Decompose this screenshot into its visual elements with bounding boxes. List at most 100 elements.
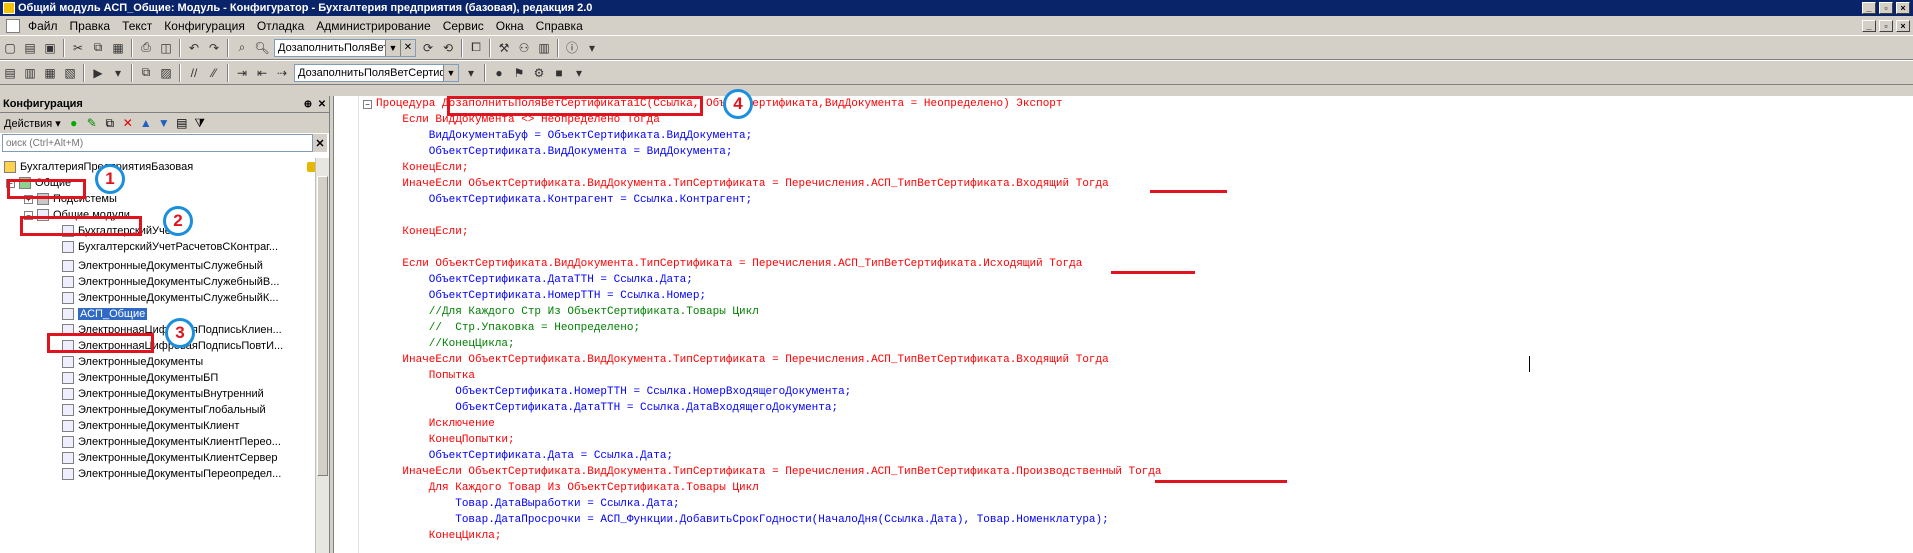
undo-icon[interactable]: ↶ <box>185 39 203 57</box>
fold-icon[interactable]: − <box>363 100 372 109</box>
properties-icon[interactable]: ▥ <box>535 39 553 57</box>
print-icon[interactable]: ⎙ <box>137 39 155 57</box>
redo-icon[interactable]: ↷ <box>205 39 223 57</box>
search-icon[interactable]: 🔍︎ <box>253 39 271 57</box>
move-down-icon[interactable]: ▼ <box>155 116 173 130</box>
panel-close-icon[interactable]: ✕ <box>315 99 329 110</box>
syntax-check-icon[interactable]: ▨ <box>157 64 175 82</box>
code-line: КонецЕсли; <box>376 226 469 238</box>
menu-edit[interactable]: Правка <box>64 19 117 33</box>
outdent-icon[interactable]: ⇤ <box>253 64 271 82</box>
cut-icon[interactable]: ✂ <box>69 39 87 57</box>
code-line: КонецЦикла; <box>376 530 502 542</box>
users-icon[interactable]: ⚇ <box>515 39 533 57</box>
tree-item-module[interactable]: ЭлектронныеДокументыСлужебныйК... <box>0 290 316 306</box>
breakpoint-icon[interactable]: ● <box>490 64 508 82</box>
menu-file[interactable]: Файл <box>22 19 64 33</box>
edit-icon[interactable]: ✎ <box>83 116 101 130</box>
paste-icon[interactable]: ▦ <box>109 39 127 57</box>
code-editor[interactable]: − Процедура ДозаполнитьПоляВетСертификат… <box>333 96 1913 553</box>
menu-text[interactable]: Текст <box>116 19 158 33</box>
window-icon[interactable]: ⧠ <box>467 39 485 57</box>
child-close-icon[interactable]: × <box>1896 19 1910 32</box>
delete-icon[interactable]: ✕ <box>119 116 137 130</box>
indent-icon[interactable]: ⇥ <box>233 64 251 82</box>
close-icon[interactable]: × <box>1896 2 1910 14</box>
menu-administration[interactable]: Администрирование <box>310 19 436 33</box>
code-line: //КонецЦикла; <box>376 338 515 350</box>
find-icon[interactable]: ⌕ <box>233 39 251 57</box>
help-icon[interactable]: ⓘ <box>563 39 581 57</box>
procedure-combo[interactable]: ДозаполнитьПоляВетСертифи ▼ <box>294 63 459 82</box>
tree-item-root[interactable]: БухгалтерияПредприятияБазовая <box>0 159 316 175</box>
bookmark-icon[interactable]: ⚑ <box>510 64 528 82</box>
preview-icon[interactable]: ◫ <box>157 39 175 57</box>
search-combo[interactable]: ДозаполнитьПоляВет| ▼ ✕ <box>274 38 416 57</box>
find-prev-icon[interactable]: ⟲ <box>439 39 457 57</box>
tree-icon[interactable]: ▦ <box>41 64 59 82</box>
dropdown-arrow-icon[interactable]: ▾ <box>462 64 480 82</box>
panel-header: Конфигурация ⊕ ✕ <box>0 96 329 113</box>
tree-item-module[interactable]: ЭлектронныеДокументыКлиентСервер <box>0 450 316 466</box>
module-icon[interactable]: ⧉ <box>137 64 155 82</box>
maximize-icon[interactable]: ▫ <box>1879 2 1893 14</box>
goto-icon[interactable]: ⇢ <box>273 64 291 82</box>
pin-icon[interactable]: ⊕ <box>301 99 315 110</box>
tree-item-module[interactable]: ЭлектронныеДокументыКлиентПерео... <box>0 434 316 450</box>
tool-icon[interactable]: ⚒ <box>495 39 513 57</box>
debug-icon[interactable]: ⚙ <box>530 64 548 82</box>
new-icon[interactable]: ▢ <box>1 39 19 57</box>
chevron-down-icon[interactable]: ▼ <box>443 64 458 81</box>
menu-configuration[interactable]: Конфигурация <box>158 19 251 33</box>
tree-item-module[interactable]: ЭлектронныеДокументыСлужебный <box>0 258 316 274</box>
find-next-icon[interactable]: ⟳ <box>419 39 437 57</box>
search-input[interactable] <box>2 134 313 152</box>
menu-debug[interactable]: Отладка <box>251 19 310 33</box>
add-icon[interactable]: ● <box>65 116 83 130</box>
copy-icon[interactable]: ⧉ <box>101 116 119 131</box>
scrollbar-thumb[interactable] <box>317 176 328 476</box>
uncomment-icon[interactable]: ⁄⁄ <box>205 64 223 82</box>
database-icon[interactable]: ▥ <box>21 64 39 82</box>
filter-icon[interactable]: ⧩ <box>191 116 209 131</box>
tree-item-module[interactable]: ЭлектронныеДокументы <box>0 354 316 370</box>
open-icon[interactable]: ▤ <box>21 39 39 57</box>
config-icon[interactable]: ▤ <box>1 64 19 82</box>
separator <box>131 38 133 57</box>
menu-windows[interactable]: Окна <box>490 19 530 33</box>
module-icon <box>62 436 74 448</box>
minimize-icon[interactable]: _ <box>1862 2 1876 14</box>
tree-item-module[interactable]: ЭлектронныеДокументыГлобальный <box>0 402 316 418</box>
dropdown-arrow-icon[interactable]: ▾ <box>583 39 601 57</box>
module-icon <box>62 356 74 368</box>
copy-icon[interactable]: ⧉ <box>89 39 107 57</box>
move-up-icon[interactable]: ▲ <box>137 116 155 130</box>
sort-icon[interactable]: ▤ <box>173 116 191 130</box>
save-icon[interactable]: ▣ <box>41 39 59 57</box>
child-minimize-icon[interactable]: _ <box>1862 19 1876 32</box>
clear-search-icon[interactable]: ✕ <box>313 137 327 150</box>
tree-item-module-selected[interactable]: АСП_Общие <box>0 306 316 322</box>
actions-menu-button[interactable]: Действия ▾ <box>0 117 65 130</box>
tree-item-module[interactable]: ЭлектронныеДокументыКлиент <box>0 418 316 434</box>
child-restore-icon[interactable]: ▫ <box>1879 19 1893 32</box>
run-icon[interactable]: ▶ <box>89 64 107 82</box>
tree-item-module[interactable]: ЭлектронныеДокументыПереопредел... <box>0 466 316 482</box>
menu-help[interactable]: Справка <box>530 19 589 33</box>
tree-item-module[interactable]: ЭлектронныеДокументыВнутренний <box>0 386 316 402</box>
list-icon[interactable]: ▧ <box>61 64 79 82</box>
document-icon[interactable] <box>6 18 20 33</box>
menu-service[interactable]: Сервис <box>437 19 490 33</box>
clear-icon[interactable]: ✕ <box>400 39 415 56</box>
dropdown-arrow-icon[interactable]: ▾ <box>109 64 127 82</box>
stop-icon[interactable]: ■ <box>550 64 568 82</box>
tree-item-module[interactable]: БухгалтерскийУчетРасчетовСКонтраг... <box>0 239 316 255</box>
dropdown-arrow-icon[interactable]: ▾ <box>570 64 588 82</box>
tree-item-module[interactable]: ЭлектронныеДокументыБП <box>0 370 316 386</box>
comment-icon[interactable]: // <box>185 64 203 82</box>
tree-scrollbar[interactable] <box>315 158 329 553</box>
code-line: ОбъектСертификата.НомерТТН = Ссылка.Номе… <box>376 290 707 302</box>
chevron-down-icon[interactable]: ▼ <box>385 39 400 56</box>
code-line: ОбъектСертификата.Контрагент = Ссылка.Ко… <box>376 194 753 206</box>
tree-item-module[interactable]: ЭлектронныеДокументыСлужебныйВ... <box>0 274 316 290</box>
